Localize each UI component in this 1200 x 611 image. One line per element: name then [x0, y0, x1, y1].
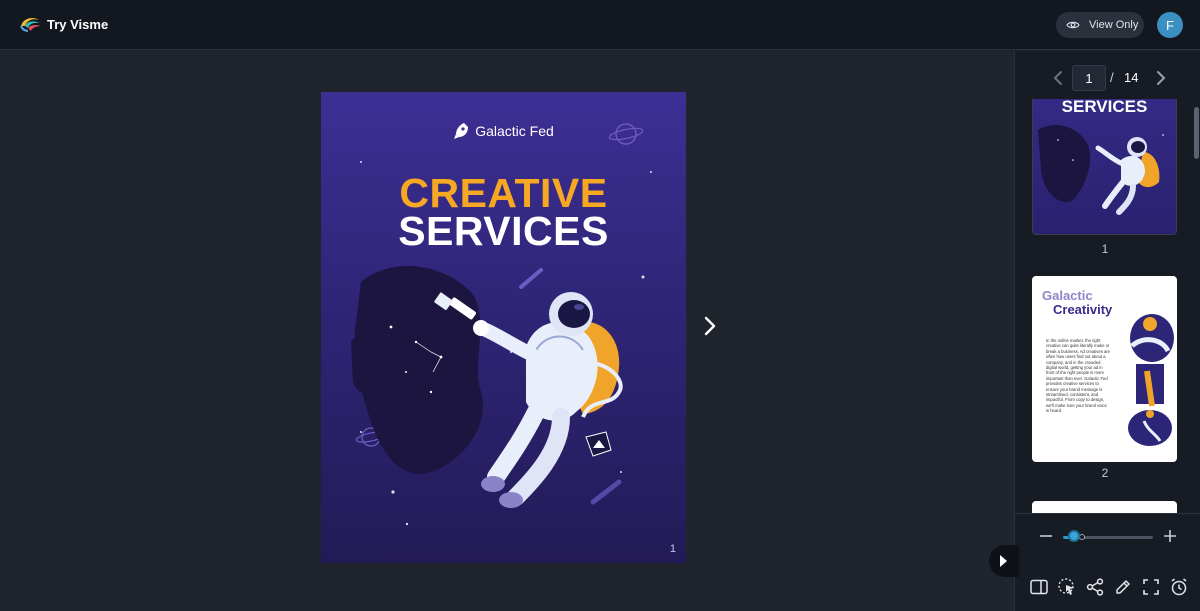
- select-icon[interactable]: [1057, 577, 1077, 597]
- thumbnail-page-3[interactable]: [1032, 501, 1177, 513]
- app-title[interactable]: Try Visme: [47, 17, 108, 32]
- total-pages: 14: [1124, 70, 1139, 85]
- presentation-canvas: Galactic Fed CREATIVE SERVICES 1: [0, 51, 1014, 611]
- zoom-slider-handle[interactable]: [1067, 530, 1080, 542]
- page-navigator: 1 / 14: [1015, 65, 1200, 91]
- pages-panel: 1 / 14 SERVICES 1 Galactic Creativity In…: [1014, 51, 1200, 611]
- slide-page: Galactic Fed CREATIVE SERVICES 1: [321, 92, 686, 563]
- visme-logo-icon[interactable]: [19, 14, 43, 34]
- zoom-in-icon[interactable]: [1163, 528, 1177, 544]
- rocket-icon: [454, 123, 469, 139]
- thumbnail-label-2: 2: [1101, 466, 1109, 480]
- thumbnail-label-1: 1: [1101, 242, 1109, 256]
- collapse-panel-button[interactable]: [989, 545, 1019, 577]
- thumbnail-creativity-image: [1128, 314, 1174, 446]
- bottom-toolbar: [1029, 577, 1189, 599]
- pencil-icon[interactable]: [1113, 577, 1133, 597]
- headline-services: SERVICES: [398, 208, 609, 254]
- play-triangle-icon: [1000, 555, 1007, 567]
- thumbnail-astronaut-image: [1038, 125, 1164, 215]
- current-page-input[interactable]: 1: [1072, 65, 1106, 91]
- panel-divider: [1015, 513, 1200, 514]
- page-separator: /: [1110, 70, 1114, 85]
- astronaut-illustration: [351, 123, 652, 526]
- brand-name: Galactic Fed: [475, 123, 554, 139]
- top-bar: Try Visme View Only F: [0, 0, 1200, 50]
- view-only-button[interactable]: View Only: [1056, 12, 1144, 38]
- thumbnail-page-2[interactable]: Galactic Creativity In the online market…: [1032, 276, 1177, 462]
- thumbnail-page-1[interactable]: SERVICES: [1032, 99, 1177, 235]
- zoom-control: [1015, 525, 1200, 549]
- panel-icon[interactable]: [1029, 577, 1049, 597]
- view-only-label: View Only: [1089, 19, 1139, 31]
- avatar[interactable]: F: [1157, 12, 1183, 38]
- thumbnail-list[interactable]: SERVICES 1 Galactic Creativity In the on…: [1015, 99, 1200, 513]
- fullscreen-icon[interactable]: [1141, 577, 1161, 597]
- zoom-default-marker: [1079, 534, 1085, 540]
- next-page-chevron-icon[interactable]: [1155, 70, 1167, 86]
- slide-page-number: 1: [669, 543, 676, 555]
- brand-logo: Galactic Fed: [321, 122, 686, 140]
- thumbnail-scrollbar[interactable]: [1194, 107, 1199, 159]
- eye-icon: [1066, 21, 1080, 29]
- previous-page-chevron-icon[interactable]: [1052, 70, 1064, 86]
- next-slide-chevron-icon[interactable]: [700, 314, 720, 338]
- share-icon[interactable]: [1085, 577, 1105, 597]
- zoom-out-icon[interactable]: [1039, 528, 1053, 544]
- timer-icon[interactable]: [1169, 577, 1189, 597]
